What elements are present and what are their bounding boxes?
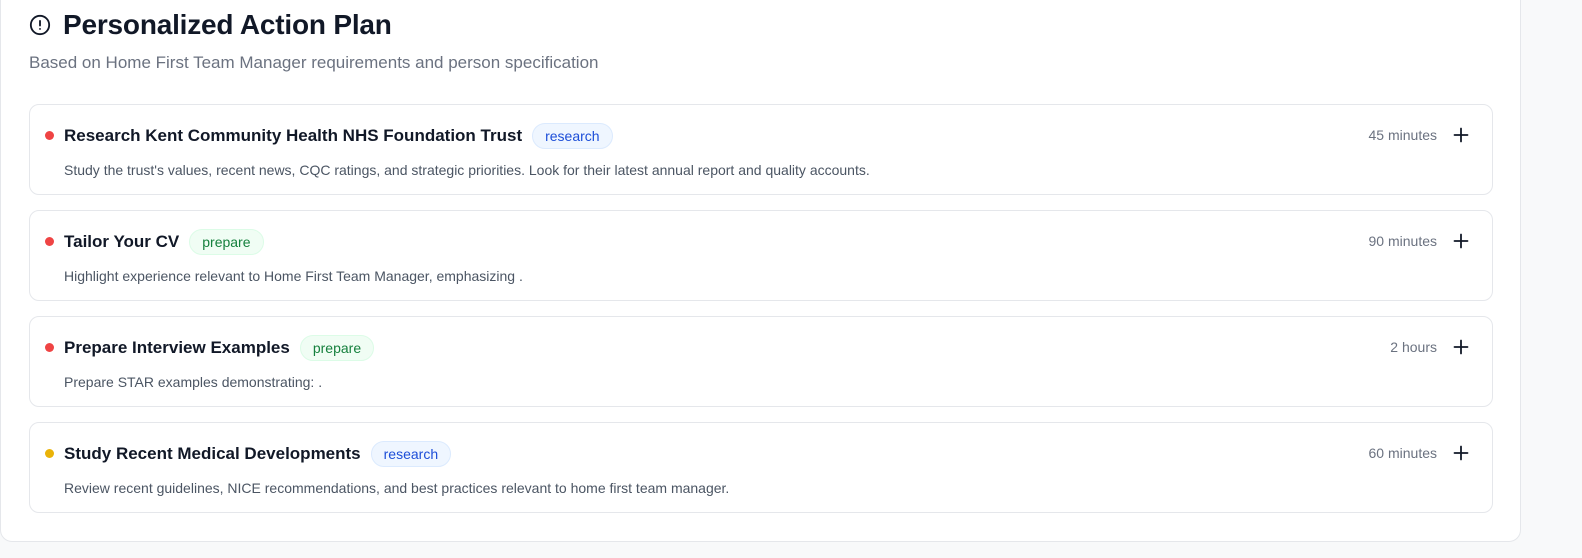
action-item-interview-examples[interactable]: Prepare Interview Examples prepare 2 hou… [29,316,1493,407]
action-item-description: Study the trust's values, recent news, C… [64,162,870,178]
category-badge: prepare [299,335,375,361]
priority-high-dot [45,343,54,352]
action-item-title: Tailor Your CV [64,232,180,251]
action-item-title: Study Recent Medical Developments [64,444,361,463]
page-subtitle: Based on Home First Team Manager require… [29,53,599,72]
category-badge: prepare [189,229,264,255]
page-title: Personalized Action Plan [63,9,392,40]
action-item-research-trust[interactable]: Research Kent Community Health NHS Found… [29,104,1493,195]
action-item-description: Highlight experience relevant to Home Fi… [64,268,523,284]
priority-high-dot [45,131,54,140]
duration-label: 2 hours [1390,339,1437,355]
action-item-tailor-cv[interactable]: Tailor Your CV prepare 90 minutes Highli… [29,210,1493,301]
duration-label: 60 minutes [1368,445,1437,461]
add-button[interactable] [1450,336,1472,358]
header: Personalized Action Plan [29,9,392,41]
priority-high-dot [45,237,54,246]
add-button[interactable] [1450,230,1472,252]
duration-label: 90 minutes [1368,233,1437,249]
category-badge: research [370,441,452,467]
duration-label: 45 minutes [1368,127,1437,143]
add-button[interactable] [1450,124,1472,146]
action-item-title: Research Kent Community Health NHS Found… [64,126,523,145]
action-plan-card: Personalized Action Plan Based on Home F… [0,0,1521,542]
category-badge: research [532,123,613,149]
action-item-description: Prepare STAR examples demonstrating: . [64,374,323,390]
priority-medium-dot [45,449,54,458]
action-item-description: Review recent guidelines, NICE recommend… [64,480,730,496]
plus-icon [1453,339,1469,355]
plus-icon [1453,127,1469,143]
add-button[interactable] [1450,442,1472,464]
plus-icon [1453,233,1469,249]
action-item-medical-developments[interactable]: Study Recent Medical Developments resear… [29,422,1493,513]
plus-icon [1453,445,1469,461]
action-item-title: Prepare Interview Examples [64,338,290,357]
alert-circle-icon [29,14,51,36]
